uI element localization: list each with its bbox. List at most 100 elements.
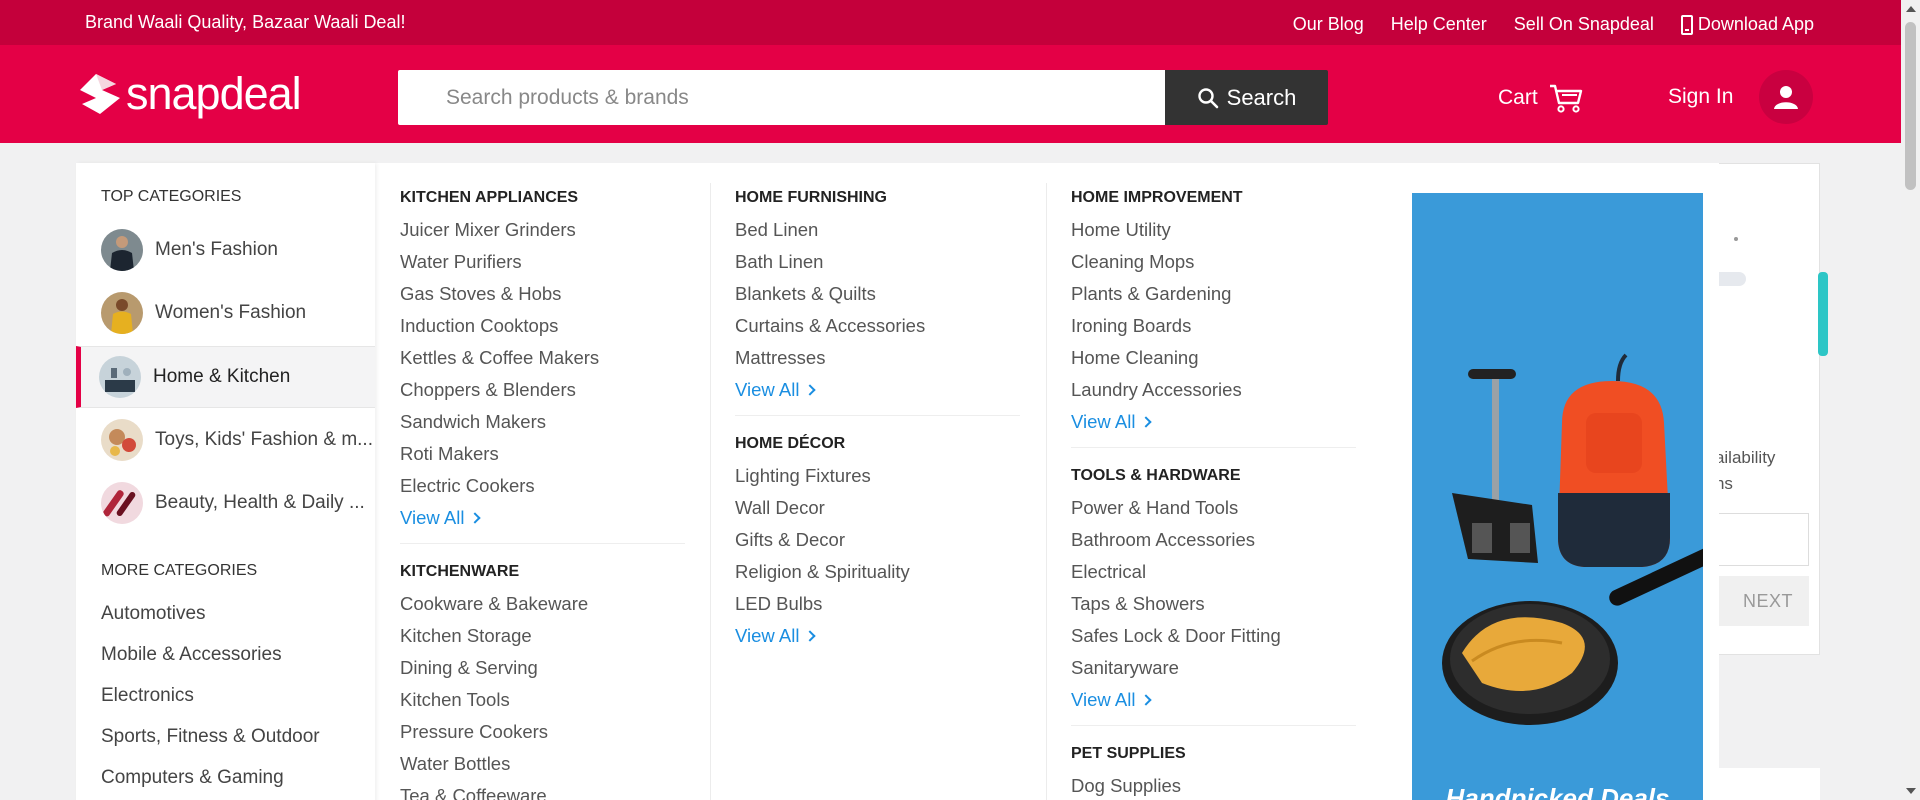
page-scrollbar[interactable] — [1901, 0, 1920, 800]
promo-banner[interactable]: Handpicked Deals — [1412, 193, 1703, 800]
scroll-up-arrow-icon[interactable] — [1906, 6, 1916, 12]
kitchenware-heading[interactable]: KITCHENWARE — [400, 563, 519, 581]
pet-supplies-heading[interactable]: PET SUPPLIES — [1071, 745, 1186, 763]
menu-item[interactable]: Home Cleaning — [1071, 347, 1199, 369]
home-kitchen-thumbnail — [99, 356, 141, 398]
bg-image-edge — [1818, 272, 1828, 356]
menu-item[interactable]: Power & Hand Tools — [1071, 497, 1238, 519]
scroll-down-arrow-icon[interactable] — [1906, 788, 1916, 794]
more-category-mobile-accessories[interactable]: Mobile & Accessories — [101, 644, 282, 666]
menu-item[interactable]: Tea & Coffeeware — [400, 785, 547, 800]
menu-item[interactable]: Curtains & Accessories — [735, 315, 925, 337]
view-all-label: View All — [1071, 411, 1136, 432]
menu-item[interactable]: Water Purifiers — [400, 251, 522, 273]
menu-item[interactable]: LED Bulbs — [735, 593, 822, 615]
menu-item[interactable]: Taps & Showers — [1071, 593, 1205, 615]
section-divider — [735, 415, 1020, 416]
menu-item[interactable]: Bathroom Accessories — [1071, 529, 1255, 551]
bg-dot — [1734, 237, 1738, 241]
menu-item[interactable]: Dog Supplies — [1071, 775, 1181, 797]
menu-item[interactable]: Roti Makers — [400, 443, 499, 465]
menu-item[interactable]: Home Utility — [1071, 219, 1171, 241]
menu-item[interactable]: Electrical — [1071, 561, 1146, 583]
menu-item[interactable]: Dining & Serving — [400, 657, 538, 679]
menu-item[interactable]: Gifts & Decor — [735, 529, 845, 551]
kitchen-appliances-heading[interactable]: KITCHEN APPLIANCES — [400, 189, 578, 207]
home-improvement-heading[interactable]: HOME IMPROVEMENT — [1071, 189, 1243, 207]
chevron-right-icon — [469, 512, 482, 524]
help-center-link[interactable]: Help Center — [1391, 14, 1487, 35]
more-category-electronics[interactable]: Electronics — [101, 685, 194, 707]
home-improvement-view-all[interactable]: View All — [1071, 411, 1153, 433]
menu-item[interactable]: Wall Decor — [735, 497, 825, 519]
womens-fashion-thumbnail — [101, 292, 143, 334]
download-app-link[interactable]: Download App — [1680, 14, 1814, 35]
menu-item[interactable]: Lighting Fixtures — [735, 465, 871, 487]
snapdeal-logo[interactable]: snapdeal — [76, 68, 302, 119]
top-category-mens-fashion[interactable]: Men's Fashion — [76, 219, 375, 281]
menu-item[interactable]: Juicer Mixer Grinders — [400, 219, 576, 241]
chevron-right-icon — [804, 630, 817, 642]
our-blog-link[interactable]: Our Blog — [1293, 14, 1364, 35]
menu-item[interactable]: Kitchen Storage — [400, 625, 532, 647]
menu-item[interactable]: Sanitaryware — [1071, 657, 1179, 679]
menu-item[interactable]: Induction Cooktops — [400, 315, 558, 337]
beauty-health-thumbnail — [101, 482, 143, 524]
home-decor-view-all[interactable]: View All — [735, 625, 817, 647]
cart-button[interactable]: Cart — [1498, 82, 1584, 114]
menu-item[interactable]: Gas Stoves & Hobs — [400, 283, 561, 305]
sign-in-button[interactable]: Sign In — [1668, 85, 1733, 109]
menu-item[interactable]: Bath Linen — [735, 251, 823, 273]
menu-item[interactable]: Choppers & Blenders — [400, 379, 576, 401]
top-category-toys-kids[interactable]: Toys, Kids' Fashion & m... — [76, 409, 375, 471]
more-category-computers-gaming[interactable]: Computers & Gaming — [101, 767, 284, 789]
home-decor-heading[interactable]: HOME DÉCOR — [735, 435, 845, 453]
category-label: Beauty, Health & Daily ... — [155, 492, 365, 513]
menu-item[interactable]: Kettles & Coffee Makers — [400, 347, 599, 369]
menu-item[interactable]: Safes Lock & Door Fitting — [1071, 625, 1281, 647]
menu-item[interactable]: Cleaning Mops — [1071, 251, 1194, 273]
header: snapdeal Search Cart Sign In — [0, 45, 1901, 143]
menu-item[interactable]: Kitchen Tools — [400, 689, 510, 711]
menu-item[interactable]: Electric Cookers — [400, 475, 535, 497]
top-category-womens-fashion[interactable]: Women's Fashion — [76, 282, 375, 344]
scrollbar-thumb[interactable] — [1905, 22, 1916, 190]
kitchen-appliances-view-all[interactable]: View All — [400, 507, 482, 529]
more-category-automotives[interactable]: Automotives — [101, 603, 206, 625]
menu-item[interactable]: Ironing Boards — [1071, 315, 1191, 337]
menu-item[interactable]: Sandwich Makers — [400, 411, 546, 433]
more-category-sports-fitness[interactable]: Sports, Fitness & Outdoor — [101, 726, 320, 748]
search-input[interactable] — [398, 70, 1165, 125]
menu-item[interactable]: Religion & Spirituality — [735, 561, 910, 583]
logo-text: snapdeal — [126, 68, 302, 119]
home-furnishing-heading[interactable]: HOME FURNISHING — [735, 189, 887, 207]
category-label: Home & Kitchen — [153, 366, 291, 387]
home-furnishing-view-all[interactable]: View All — [735, 379, 817, 401]
menu-item[interactable]: Pressure Cookers — [400, 721, 548, 743]
search-icon — [1197, 87, 1218, 108]
top-category-beauty-health[interactable]: Beauty, Health & Daily ... — [76, 472, 375, 534]
search-button[interactable]: Search — [1165, 70, 1328, 125]
search-button-label: Search — [1226, 84, 1297, 110]
menu-item[interactable]: Mattresses — [735, 347, 825, 369]
menu-item[interactable]: Cookware & Bakeware — [400, 593, 588, 615]
top-category-home-kitchen[interactable]: Home & Kitchen — [76, 346, 375, 408]
tools-hardware-heading[interactable]: TOOLS & HARDWARE — [1071, 467, 1240, 485]
column-divider — [1046, 183, 1047, 800]
user-avatar[interactable] — [1759, 70, 1813, 124]
menu-item[interactable]: Water Bottles — [400, 753, 510, 775]
category-sidebar: TOP CATEGORIES Men's Fashion Women's Fas… — [76, 163, 375, 800]
menu-item[interactable]: Bed Linen — [735, 219, 818, 241]
more-categories-title: MORE CATEGORIES — [101, 562, 258, 579]
toys-kids-thumbnail — [101, 419, 143, 461]
cart-icon — [1549, 84, 1582, 113]
chevron-right-icon — [804, 384, 817, 396]
section-divider — [1071, 725, 1356, 726]
menu-item[interactable]: Laundry Accessories — [1071, 379, 1242, 401]
sell-on-snapdeal-link[interactable]: Sell On Snapdeal — [1514, 14, 1654, 35]
section-divider — [1071, 447, 1356, 448]
menu-item[interactable]: Blankets & Quilts — [735, 283, 876, 305]
menu-item[interactable]: Plants & Gardening — [1071, 283, 1231, 305]
category-mega-menu: TOP CATEGORIES Men's Fashion Women's Fas… — [76, 163, 1719, 800]
tools-hardware-view-all[interactable]: View All — [1071, 689, 1153, 711]
